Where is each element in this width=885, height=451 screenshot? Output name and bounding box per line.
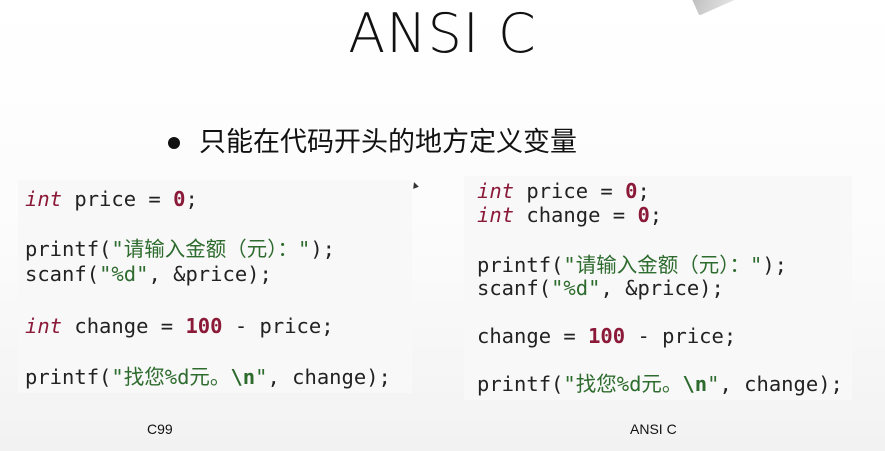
- code-line: int change = 100 - price;: [25, 314, 334, 338]
- code-line: scanf("%d", &price);: [25, 262, 272, 286]
- code-line: change = 100 - price;: [477, 324, 737, 348]
- code-panel-c99: int price = 0; printf("请输入金额（元）："); scan…: [18, 180, 412, 393]
- code-line: int change = 0;: [477, 203, 663, 227]
- code-panel-ansi-c: int price = 0; int change = 0; printf("请…: [464, 176, 852, 400]
- code-line: printf("请输入金额（元）：");: [477, 253, 788, 277]
- code-line: printf("找您%d元。\n", change);: [25, 365, 391, 389]
- code-line: scanf("%d", &price);: [477, 276, 724, 300]
- caption-ansi-c: ANSI C: [630, 421, 677, 437]
- mouse-cursor-icon: [411, 181, 419, 189]
- bullet-point: 只能在代码开头的地方定义变量: [168, 123, 577, 163]
- slide-title: ANSI C: [348, 2, 537, 65]
- code-line: printf("请输入金额（元）：");: [25, 237, 336, 261]
- code-line: int price = 0;: [25, 187, 198, 211]
- bullet-text: 只能在代码开头的地方定义变量: [199, 127, 577, 158]
- bullet-icon: [168, 137, 180, 149]
- code-line: printf("找您%d元。\n", change);: [477, 372, 843, 396]
- caption-c99: C99: [147, 421, 173, 437]
- code-line: int price = 0;: [477, 179, 650, 203]
